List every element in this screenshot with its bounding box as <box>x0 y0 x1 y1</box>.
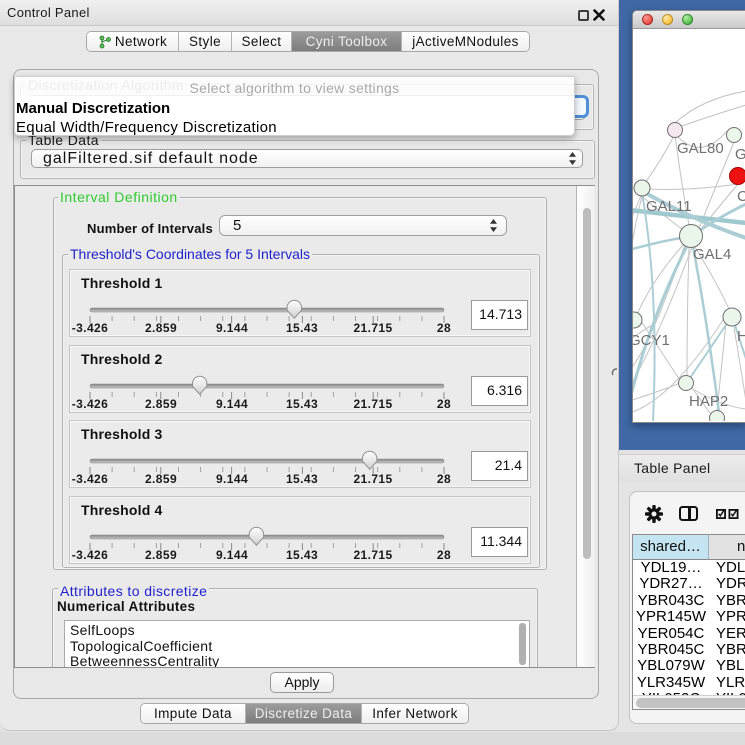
svg-text:GA: GA <box>735 146 745 163</box>
svg-text:H: H <box>737 328 745 345</box>
svg-text:HAP2: HAP2 <box>689 393 728 410</box>
svg-text:GAL11: GAL11 <box>646 198 692 215</box>
svg-text:GAL80: GAL80 <box>677 140 724 157</box>
svg-text:GAL4: GAL4 <box>693 246 731 263</box>
svg-text:C: C <box>737 188 745 205</box>
svg-text:GCY1: GCY1 <box>633 332 670 349</box>
